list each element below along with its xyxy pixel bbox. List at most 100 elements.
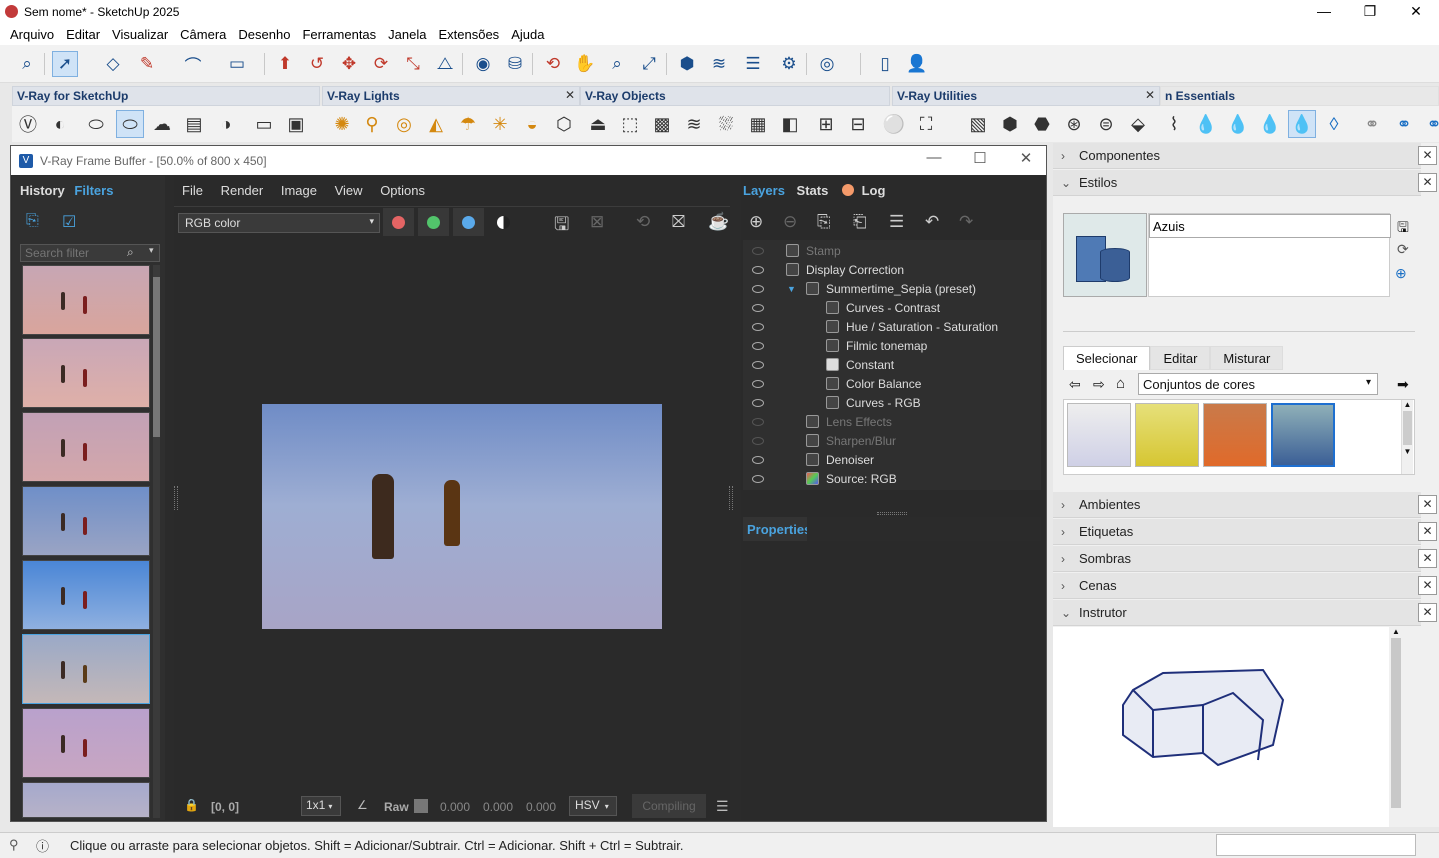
layers-icon[interactable]: ☰ [740,51,766,77]
style-name-input[interactable] [1149,214,1391,238]
close-icon[interactable]: ✕ [1418,146,1437,165]
bake-util-icon[interactable]: ⬙ [1124,110,1152,138]
redo-icon[interactable]: ↷ [959,212,973,232]
close-button[interactable]: ✕ [1393,0,1439,23]
interactive-render-icon[interactable]: ⬭ [116,110,144,138]
delete-layer-icon[interactable]: ⊖ [783,212,797,232]
close-icon[interactable]: ✕ [1418,549,1437,568]
tape-util-icon[interactable]: ⌇ [1160,110,1188,138]
layer-row[interactable]: Stamp [743,241,1038,260]
eye-icon[interactable] [752,360,764,369]
eye-icon[interactable] [752,398,764,407]
layer-row[interactable]: Hue / Saturation - Saturation [743,317,1038,336]
material-picker-icon[interactable]: ⚪ [880,110,908,138]
vfb-close-button[interactable]: ✕ [1003,149,1049,167]
drop-selected-icon[interactable]: 💧 [1288,110,1316,138]
red-channel-button[interactable] [383,208,414,236]
eye-icon[interactable] [752,284,764,293]
tray-instrutor-header[interactable]: ⌄ Instrutor ✕ [1053,600,1437,626]
rectangle-icon[interactable]: ▭ [224,51,250,77]
checker-util-icon[interactable]: ⊛ [1060,110,1088,138]
box-util-icon[interactable]: ⬣ [1028,110,1056,138]
update-style-icon[interactable]: ⟳ [1397,241,1409,258]
style-swatch-white[interactable] [1067,403,1131,467]
fur-icon[interactable]: ▩ [648,110,676,138]
filter-thumbnail[interactable] [22,265,150,335]
measurements-box[interactable] [1216,834,1416,856]
chevron-down-icon[interactable]: ▾ [149,245,154,256]
menu-editar[interactable]: Editar [60,27,106,42]
layer-row[interactable]: Sharpen/Blur [743,431,1038,450]
flip-icon[interactable]: ⧍ [432,51,458,77]
tab-stats[interactable]: Stats [797,183,829,198]
eraser-icon[interactable]: ◇ [100,51,126,77]
orbit-icon[interactable]: ⟲ [540,51,566,77]
mesh-clipper-icon[interactable]: ⊞ [812,110,840,138]
select-tool-icon[interactable]: ➚ [52,51,78,77]
raw-toggle[interactable]: Raw [384,800,409,814]
zoom-tool-icon[interactable]: ⌕ [604,51,630,77]
tab-layers[interactable]: Layers [743,183,785,198]
save-filter-icon[interactable]: ⎘ [26,212,39,230]
layers-splitter[interactable] [877,512,907,515]
tab-history[interactable]: History [20,183,65,198]
tray-etiquetas-header[interactable]: › Etiquetas ✕ [1053,519,1437,545]
left-splitter[interactable] [174,486,178,510]
vfb-maximize-button[interactable]: ☐ [957,149,1003,167]
eye-icon[interactable] [752,246,764,255]
infinite-plane-icon[interactable]: ⬡ [550,110,578,138]
eye-icon[interactable] [752,474,764,483]
asset-editor-icon[interactable]: ◐ [46,110,74,138]
filter-thumbnail-selected[interactable] [22,634,150,704]
search-filter-input[interactable] [21,245,121,261]
layer-row[interactable]: Denoiser [743,450,1038,469]
angle-icon[interactable]: ∠ [357,798,368,812]
scale-icon[interactable]: ⤡ [400,51,426,77]
export-proxy-icon[interactable]: ⬚ [616,110,644,138]
layer-row[interactable]: Filmic tonemap [743,336,1038,355]
layer-row[interactable]: Source: RGB [743,469,1038,488]
forward-icon[interactable]: ⇨ [1093,376,1105,393]
pan-icon[interactable]: ✋ [572,51,598,77]
thumbnails-scrollbar[interactable] [153,265,160,818]
load-layers-icon[interactable]: ⎗ [853,212,867,232]
zoom-extents-icon[interactable]: ⤢ [636,51,662,77]
style-swatch-yellow[interactable] [1135,403,1199,467]
tray-sombras-header[interactable]: › Sombras ✕ [1053,546,1437,572]
filter-thumbnail[interactable] [22,338,150,408]
drop-stripe-icon[interactable]: ◊ [1320,110,1348,138]
sun-light-icon[interactable]: ✳ [486,110,514,138]
swatches-scrollbar[interactable]: ▲ ▼ [1401,400,1413,474]
tab-log[interactable]: Log [862,183,886,198]
clear-image-icon[interactable]: ⊠ [590,212,604,232]
light-gen-icon[interactable]: ◒ [518,110,546,138]
sphere-util-icon[interactable]: ⊜ [1092,110,1120,138]
menu-camera[interactable]: Câmera [174,27,232,42]
eye-icon[interactable] [752,455,764,464]
lock-icon[interactable]: 🔒 [184,798,199,812]
batch-render-icon[interactable]: ▤ [180,110,208,138]
back-icon[interactable]: ⇦ [1069,376,1081,393]
extension-warehouse-icon[interactable]: ≋ [706,51,732,77]
home-icon[interactable]: ⌂ [1116,375,1125,392]
cube-util-icon[interactable]: ⬢ [996,110,1024,138]
layer-row[interactable]: ▼ Summertime_Sepia (preset) [743,279,1038,298]
collection-select[interactable]: Conjuntos de cores ▾ [1138,373,1378,395]
save-layers-icon[interactable]: ⎘ [817,212,831,232]
filter-thumbnail[interactable] [22,708,150,778]
add-layer-icon[interactable]: ⊕ [749,212,763,232]
tray-componentes-header[interactable]: › Componentes ✕ [1053,143,1437,169]
vfb-minimize-button[interactable]: — [911,149,957,166]
render-cloud-icon[interactable]: ☁ [148,110,176,138]
close-icon[interactable]: ✕ [1418,173,1437,192]
save-image-icon[interactable]: 🖫 [554,212,569,242]
channel-select[interactable]: RGB color ▾ [178,213,380,233]
eye-icon[interactable] [752,303,764,312]
push-pull-icon[interactable]: ⬆ [272,51,298,77]
menu-desenho[interactable]: Desenho [232,27,296,42]
zoom-select[interactable]: 1x1 ▾ [301,796,341,816]
dome-light-icon[interactable]: ✺ [328,110,356,138]
render-teapot-icon[interactable]: ☕ [708,212,729,232]
log-toggle-icon[interactable]: ☰ [716,798,729,815]
tab-misturar[interactable]: Misturar [1210,346,1284,370]
